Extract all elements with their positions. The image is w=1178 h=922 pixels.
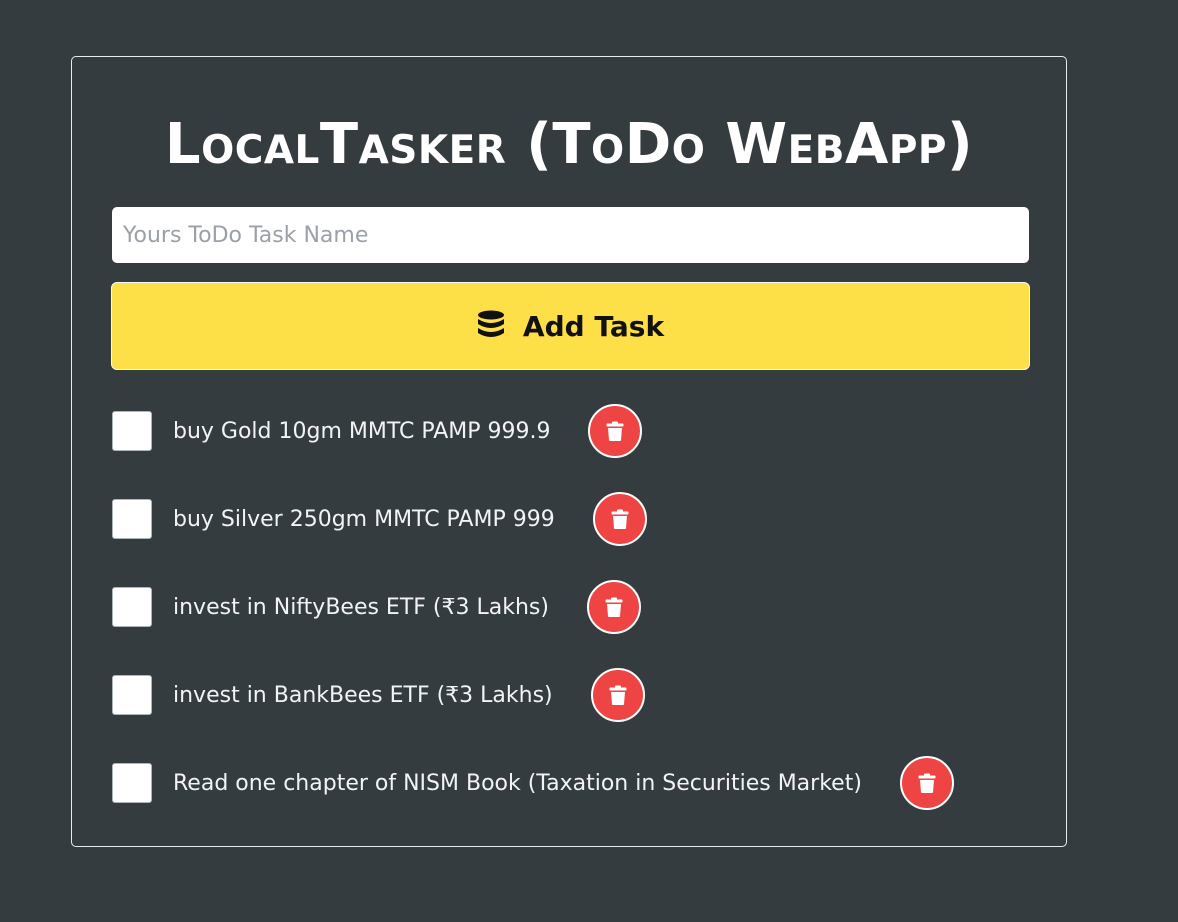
task-checkbox[interactable]	[112, 587, 152, 627]
task-item: Read one chapter of NISM Book (Taxation …	[112, 739, 1032, 827]
delete-task-button[interactable]	[588, 404, 643, 458]
task-text: Read one chapter of NISM Book (Taxation …	[173, 770, 862, 796]
add-task-label: Add Task	[522, 309, 665, 343]
task-item: buy Silver 250gm MMTC PAMP 999	[112, 475, 1032, 563]
trash-icon	[918, 773, 936, 793]
task-text: invest in NiftyBees ETF (₹3 Lakhs)	[173, 594, 549, 620]
task-item: invest in BankBees ETF (₹3 Lakhs)	[112, 651, 1032, 739]
delete-task-button[interactable]	[590, 668, 645, 722]
delete-task-button[interactable]	[592, 492, 647, 546]
task-list: buy Gold 10gm MMTC PAMP 999.9 buy Silver…	[112, 387, 1032, 827]
trash-icon	[605, 597, 623, 617]
trash-icon	[606, 421, 624, 441]
task-text: invest in BankBees ETF (₹3 Lakhs)	[173, 682, 553, 708]
delete-task-button[interactable]	[899, 756, 954, 810]
task-item: invest in NiftyBees ETF (₹3 Lakhs)	[112, 563, 1032, 651]
task-checkbox[interactable]	[112, 499, 152, 539]
task-checkbox[interactable]	[112, 411, 152, 451]
database-icon	[477, 310, 505, 342]
task-checkbox[interactable]	[112, 675, 152, 715]
delete-task-button[interactable]	[586, 580, 641, 634]
trash-icon	[611, 509, 629, 529]
task-text: buy Gold 10gm MMTC PAMP 999.9	[173, 418, 551, 444]
add-task-button[interactable]: Add Task	[111, 282, 1030, 370]
task-text: buy Silver 250gm MMTC PAMP 999	[173, 506, 555, 532]
task-item: buy Gold 10gm MMTC PAMP 999.9	[112, 387, 1032, 475]
todo-card: LocalTasker (ToDo WebApp) Add Task buy G…	[71, 56, 1067, 847]
task-name-input[interactable]	[112, 207, 1029, 263]
page-title: LocalTasker (ToDo WebApp)	[164, 112, 974, 177]
task-checkbox[interactable]	[112, 763, 152, 803]
trash-icon	[609, 685, 627, 705]
